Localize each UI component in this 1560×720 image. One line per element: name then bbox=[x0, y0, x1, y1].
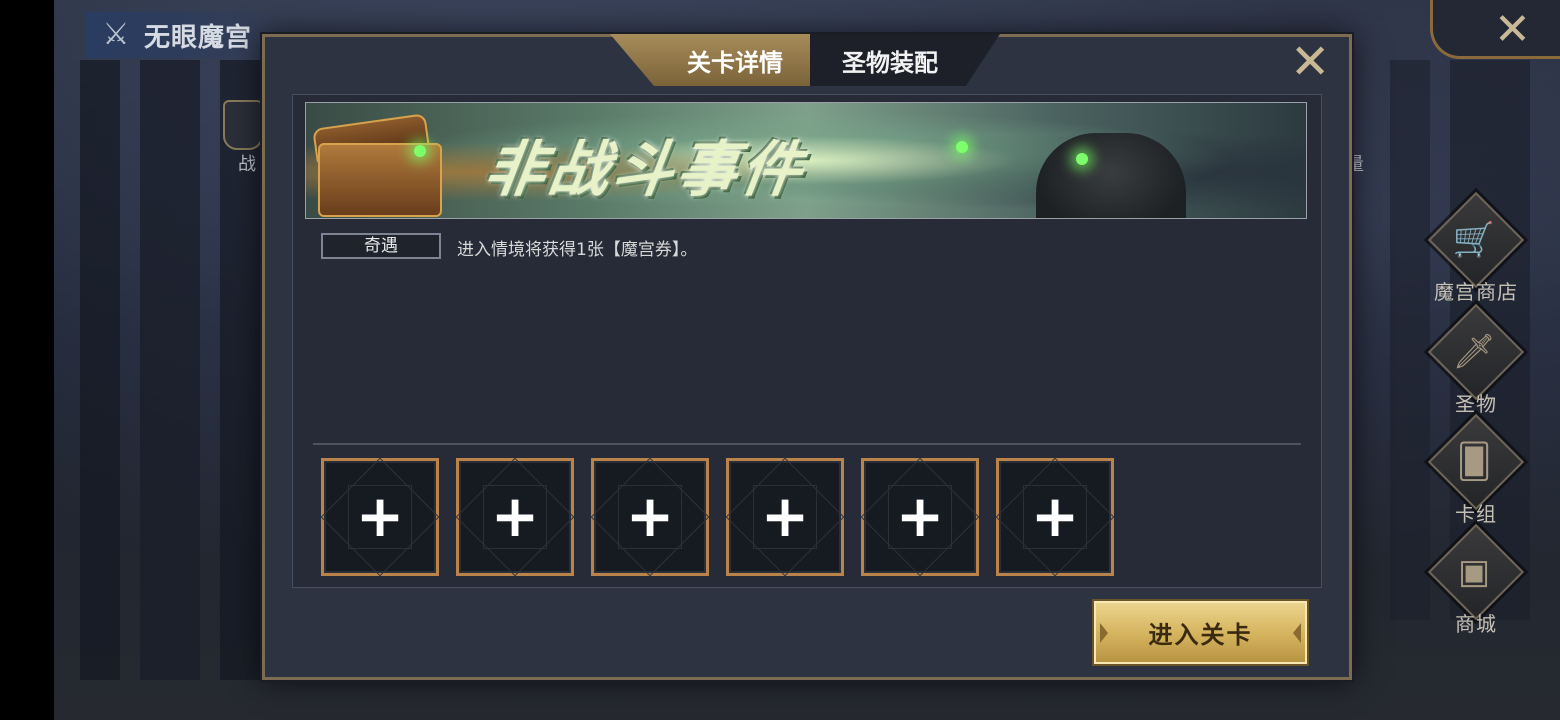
plus-icon: + bbox=[490, 482, 540, 550]
divider bbox=[313, 443, 1301, 445]
battle-label: 战 bbox=[238, 154, 256, 175]
side-item-label: 商城 bbox=[1455, 612, 1497, 636]
plus-icon: + bbox=[625, 482, 675, 550]
event-banner: 非战斗事件 bbox=[305, 102, 1307, 219]
enter-stage-button[interactable]: 进入关卡 bbox=[1094, 601, 1307, 664]
knight-figure-image bbox=[1036, 133, 1186, 218]
relic-slot[interactable]: + bbox=[590, 457, 710, 577]
event-description: 进入情境将获得1张【魔宫券】。 bbox=[457, 240, 698, 260]
relic-slot[interactable]: + bbox=[725, 457, 845, 577]
tab-relic-equip[interactable]: 圣物装配 bbox=[810, 34, 1000, 86]
left-black-bar bbox=[0, 0, 54, 720]
tab-label: 关卡详情 bbox=[687, 48, 783, 77]
side-item-store[interactable]: ▣ 商城 bbox=[1426, 523, 1526, 638]
sparkle bbox=[1076, 153, 1088, 165]
battle-shield-icon[interactable] bbox=[223, 100, 263, 150]
button-notch-left bbox=[1100, 623, 1108, 643]
tab-label: 圣物装配 bbox=[842, 48, 938, 77]
relic-slot[interactable]: + bbox=[455, 457, 575, 577]
enter-stage-label: 进入关卡 bbox=[1148, 621, 1253, 649]
side-item-label: 魔宫商店 bbox=[1434, 280, 1518, 304]
relic-slot[interactable]: + bbox=[320, 457, 440, 577]
event-type-tag: 奇遇 bbox=[321, 233, 441, 259]
crossed-swords-icon: ⚔ bbox=[102, 17, 130, 52]
cards-icon: 🂠 bbox=[1456, 442, 1492, 482]
tab-stage-detail[interactable]: 关卡详情 bbox=[610, 34, 810, 86]
modal-close-icon[interactable]: ✕ bbox=[1290, 36, 1330, 88]
sparkle bbox=[414, 145, 426, 157]
side-item-relic[interactable]: 🗡 圣物 bbox=[1426, 303, 1526, 418]
shop-icon: 🛒 bbox=[1452, 220, 1496, 260]
relic-slot[interactable]: + bbox=[995, 457, 1115, 577]
side-item-label: 圣物 bbox=[1455, 392, 1497, 416]
sparkle bbox=[956, 141, 968, 153]
sword-icon: 🗡 bbox=[1452, 332, 1496, 372]
top-close-icon[interactable]: ✕ bbox=[1494, 4, 1531, 55]
mode-title: 无眼魔宫 bbox=[144, 22, 253, 53]
castle-silhouette-left bbox=[60, 60, 260, 680]
plus-icon: + bbox=[355, 482, 405, 550]
mode-title-bar: ⚔ 无眼魔宫 bbox=[86, 12, 286, 58]
relic-slot[interactable]: + bbox=[860, 457, 980, 577]
plus-icon: + bbox=[760, 482, 810, 550]
modal-tab-bar: 关卡详情 圣物装配 bbox=[610, 34, 1000, 86]
side-item-deck[interactable]: 🂠 卡组 bbox=[1426, 413, 1526, 528]
plus-icon: + bbox=[1030, 482, 1080, 550]
side-item-shop[interactable]: 🛒 魔宫商店 bbox=[1426, 191, 1526, 306]
plus-icon: + bbox=[895, 482, 945, 550]
side-item-label: 卡组 bbox=[1455, 502, 1497, 526]
banner-title: 非战斗事件 bbox=[480, 135, 811, 205]
chest-icon: ▣ bbox=[1457, 552, 1491, 592]
button-notch-right bbox=[1293, 623, 1301, 643]
